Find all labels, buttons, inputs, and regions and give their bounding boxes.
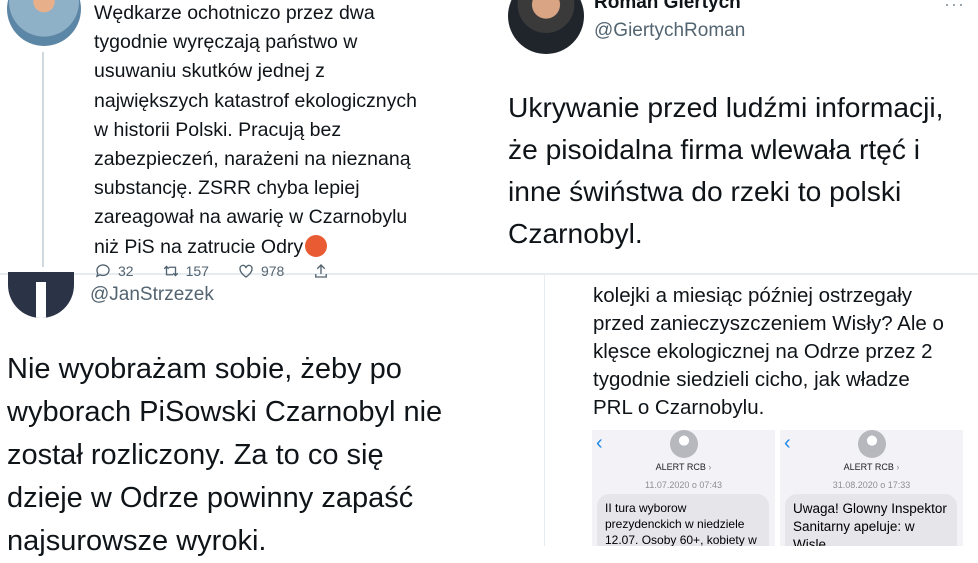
tweet-line: Wędkarze ochotniczo przez dwa — [94, 2, 375, 24]
tweet-line: Nie wyobrażam sobie, żeby po — [7, 353, 402, 385]
tweet-actions: 32 157 978 — [94, 262, 330, 280]
tweet-line-last: niż PiS na zatrucie Odry — [94, 233, 474, 262]
like-button[interactable]: 978 — [237, 262, 284, 280]
retweet-icon — [163, 265, 178, 277]
panel-divider-vertical — [544, 275, 545, 546]
tweet-text: Wędkarze ochotniczo przez dwa tygodnie w… — [94, 0, 474, 262]
retweet-button[interactable]: 157 — [162, 262, 209, 280]
contact-name-text: ALERT RCB — [843, 462, 894, 472]
tweet-line: kolejki a miesiąc później ostrzegały — [593, 284, 913, 307]
tweet-line-text: niż PiS na zatrucie Odry — [94, 235, 304, 258]
author-name[interactable]: Roman Giertych — [594, 0, 741, 14]
angry-face-emoji-icon — [305, 234, 328, 257]
sms-screenshot: ‹ ALERT RCB › 31.08.2020 o 17:33 Uwaga! … — [780, 430, 963, 546]
chevron-right-icon: › — [896, 462, 900, 472]
heart-icon — [239, 264, 253, 278]
contact-name-text: ALERT RCB — [655, 462, 706, 472]
tweet-line: wyborach PiSowski Czarnobyl nie — [7, 396, 443, 428]
share-button[interactable] — [312, 262, 330, 280]
reply-icon — [95, 264, 110, 278]
thread-line — [42, 52, 44, 267]
chevron-left-icon[interactable]: ‹ — [784, 432, 791, 455]
contact-name[interactable]: ALERT RCB › — [780, 462, 963, 472]
tweet-line: największych katastrof ekologicznych — [94, 89, 417, 112]
reply-count: 32 — [118, 263, 134, 279]
message-bubble: II tura wyborow prezydenckich w niedziel… — [597, 494, 769, 546]
chevron-left-icon[interactable]: ‹ — [596, 432, 603, 455]
message-date: 31.08.2020 o 17:33 — [832, 480, 911, 490]
message-date: 11.07.2020 o 07:43 — [645, 480, 722, 490]
tweet-line: klęsce ekologicznej na Odrze przez 2 — [593, 340, 933, 363]
tweet-line: usuwaniu skutków jednej z — [94, 60, 325, 83]
author-handle[interactable]: @GiertychRoman — [594, 20, 745, 42]
tweet-line: inne świństwa do rzeki to polski — [508, 175, 902, 207]
tweet-line: w historii Polski. Pracują bez — [94, 118, 342, 141]
tweet-line: najsurowsze wyroki. — [7, 525, 267, 557]
like-count: 978 — [260, 263, 285, 279]
sms-screenshot: ‹ ALERT RCB › 11.07.2020 o 07:43 II tura… — [592, 430, 775, 546]
tweet-line: zareagował na awarię w Czarnobylu — [94, 206, 408, 229]
tweet-line: został rozliczony. Za to co się — [7, 439, 384, 471]
author-handle[interactable]: @JanStrzezek — [90, 284, 214, 306]
tweet-line: PRL o Czarnobylu. — [593, 396, 765, 419]
tweet-line: Ukrywanie przed ludźmi informacji, — [508, 91, 944, 123]
tweet-line: tygodnie siedzieli cicho, jak władze — [593, 368, 910, 391]
retweet-count: 157 — [185, 263, 209, 279]
reply-button[interactable]: 32 — [94, 262, 134, 280]
tweet-line: Czarnobyl. — [508, 217, 643, 249]
contact-avatar-icon — [857, 430, 886, 458]
tweet-text: Nie wyobrażam sobie, żeby po wyborach Pi… — [7, 348, 537, 563]
more-options-icon[interactable]: ··· — [944, 0, 965, 15]
tweet-line: dzieje w Odrze powinny zapaść — [7, 482, 414, 514]
message-bubble: Uwaga! Glowny Inspektor Sanitarny apeluj… — [785, 494, 957, 546]
tweet-text: kolejki a miesiąc później ostrzegały prz… — [593, 282, 978, 422]
share-icon — [315, 264, 328, 278]
tweet-line: że pisoidalna firma wlewała rtęć i — [508, 133, 921, 165]
chevron-right-icon: › — [708, 462, 712, 472]
tweet-line: tygodnie wyręczają państwo w — [94, 31, 358, 54]
tweet-text: Ukrywanie przed ludźmi informacji, że pi… — [508, 86, 968, 254]
tweet-line: substancję. ZSRR chyba lepiej — [94, 177, 360, 200]
tweet-line: zabezpieczeń, narażeni na nieznaną — [94, 148, 411, 171]
contact-avatar-icon — [669, 430, 698, 458]
contact-name[interactable]: ALERT RCB › — [592, 462, 775, 472]
tweet-line: przed zanieczyszczeniem Wisły? Ale o — [593, 312, 944, 335]
